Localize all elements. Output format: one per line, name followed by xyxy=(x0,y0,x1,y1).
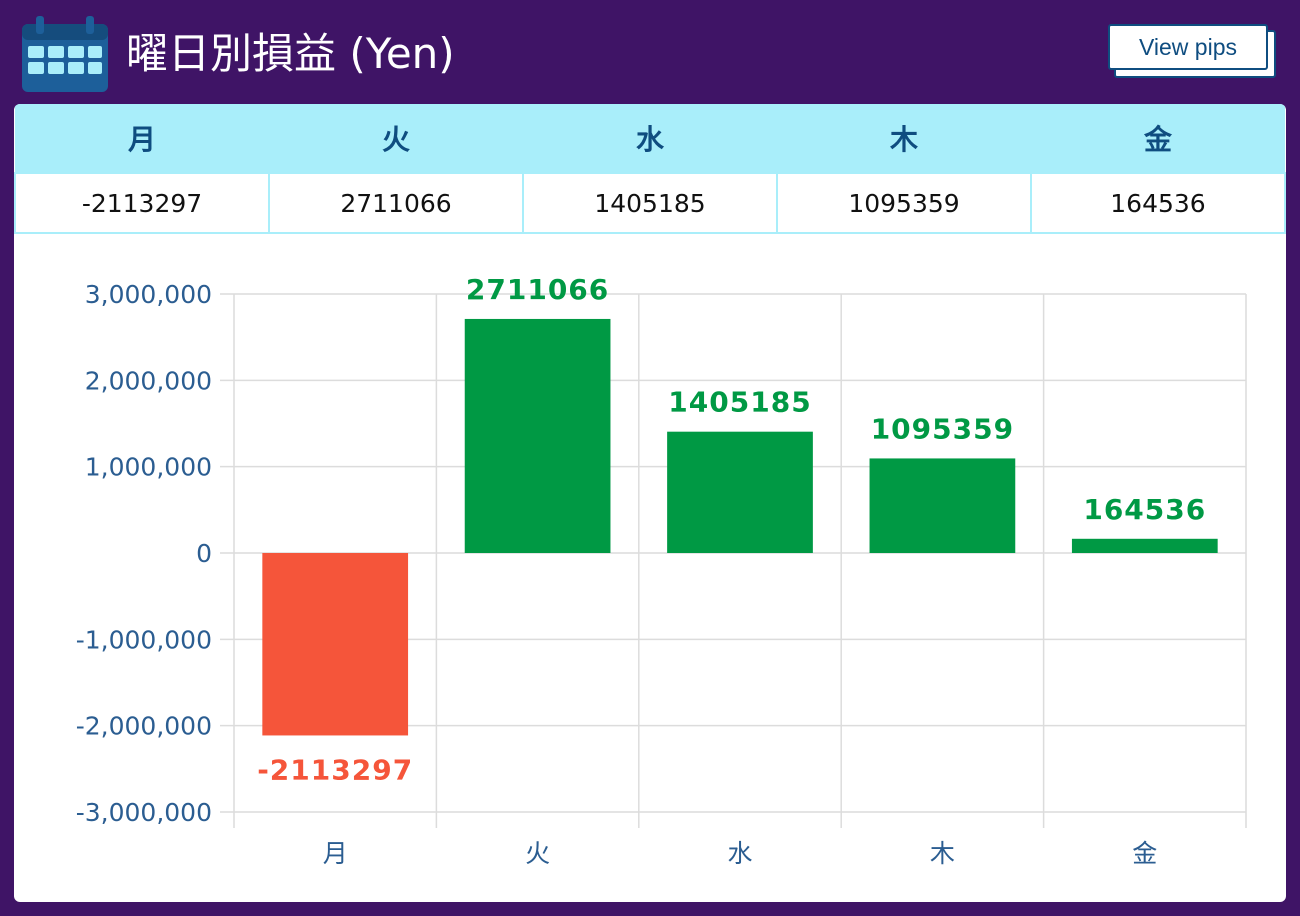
data-label: -2113297 xyxy=(257,753,413,786)
y-tick-label: 3,000,000 xyxy=(85,280,212,309)
y-tick-label: -1,000,000 xyxy=(76,625,212,654)
x-tick-label: 火 xyxy=(525,839,550,868)
data-label: 2711066 xyxy=(466,273,609,306)
bar xyxy=(667,431,813,553)
y-tick-label: -2,000,000 xyxy=(76,712,212,741)
data-label: 1405185 xyxy=(668,386,811,419)
x-tick-label: 水 xyxy=(727,839,752,868)
data-label: 164536 xyxy=(1083,493,1206,526)
chart-card: 月 火 水 木 金 -2113297 2711066 1405185 10953… xyxy=(14,104,1286,902)
x-tick-label: 木 xyxy=(930,839,955,868)
bar-chart: 3,000,000 2,000,000 1,000,000 0 -1,000,000 -2… xyxy=(76,273,1247,868)
bar xyxy=(262,553,409,736)
x-tick-label: 月 xyxy=(323,839,348,868)
y-tick-label: 2,000,000 xyxy=(85,366,212,395)
bar xyxy=(869,458,1016,553)
calendar-icon xyxy=(22,16,108,92)
y-tick-label: 1,000,000 xyxy=(85,453,212,482)
view-pips-button-wrap[interactable]: View pips xyxy=(1108,24,1276,78)
data-label: 1095359 xyxy=(871,412,1014,445)
bar xyxy=(1071,538,1218,553)
x-tick-label: 金 xyxy=(1132,839,1157,868)
y-tick-label: 0 xyxy=(196,539,212,568)
y-tick-label: -3,000,000 xyxy=(76,798,212,827)
view-pips-button[interactable]: View pips xyxy=(1108,24,1268,70)
page-title: 曜日別損益 (Yen) xyxy=(126,29,455,78)
bar xyxy=(464,318,611,553)
